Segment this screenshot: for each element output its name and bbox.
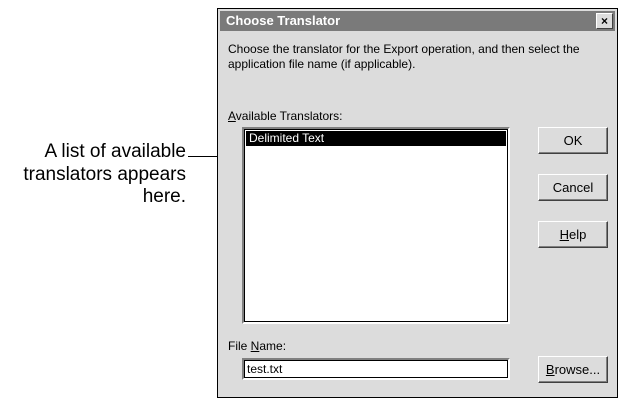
choose-translator-dialog: Choose Translator × Choose the translato… <box>217 8 618 398</box>
file-name-label: File Name: <box>228 339 286 353</box>
browse-button[interactable]: Browse... <box>538 356 608 383</box>
browse-mnemonic: B <box>545 362 555 377</box>
browse-rest: rowse... <box>554 362 601 377</box>
close-icon: × <box>600 14 608 28</box>
label-mnemonic: A <box>228 109 236 123</box>
available-translators-label: Available Translators: <box>228 109 343 123</box>
cancel-button[interactable]: Cancel <box>538 174 608 201</box>
callout-line-3: here. <box>142 186 186 207</box>
help-mnemonic: H <box>559 227 570 242</box>
callout-line-2: translators appears <box>23 163 186 185</box>
list-item[interactable]: Delimited Text <box>246 131 506 146</box>
help-rest: elp <box>569 227 587 242</box>
callout-annotation: A list of available translators appears … <box>0 141 186 209</box>
callout-line-1: A list of available <box>44 141 186 162</box>
translators-listbox[interactable]: Delimited Text <box>242 127 510 324</box>
title-bar[interactable]: Choose Translator × <box>220 11 615 31</box>
help-button[interactable]: Help <box>538 221 608 248</box>
close-button[interactable]: × <box>596 13 613 29</box>
file-name-label-pre: File <box>228 339 251 353</box>
ok-button[interactable]: OK <box>538 127 608 154</box>
dialog-title: Choose Translator <box>226 13 341 28</box>
file-name-input[interactable]: test.txt <box>242 358 510 380</box>
label-rest: vailable Translators: <box>235 109 343 123</box>
file-name-label-post: ame: <box>259 339 287 353</box>
instructions-text: Choose the translator for the Export ope… <box>228 42 580 71</box>
